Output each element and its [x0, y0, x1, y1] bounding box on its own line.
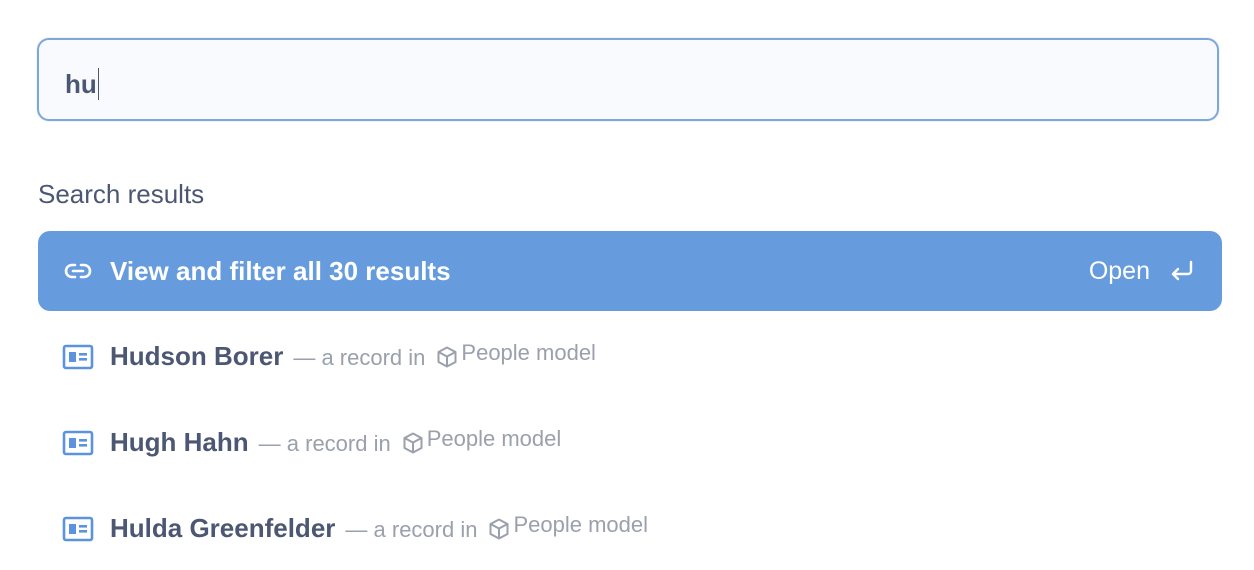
model-cube-icon	[437, 346, 457, 368]
result-content: Hudson Borer — a record in People model	[110, 340, 596, 372]
view-all-results-button[interactable]: View and filter all 30 results Open	[38, 231, 1222, 311]
record-card-icon	[62, 343, 94, 371]
result-model-label: People model	[426, 426, 562, 451]
result-model-link[interactable]: People model	[487, 512, 649, 540]
result-name: Hulda Greenfelder	[110, 513, 336, 543]
search-box[interactable]: hu	[37, 38, 1219, 121]
enter-key-icon	[1168, 259, 1194, 283]
result-content: Hulda Greenfelder — a record in People m…	[110, 512, 648, 544]
result-name: Hudson Borer	[110, 341, 284, 371]
link-icon	[64, 259, 92, 283]
search-result-item[interactable]: Hulda Greenfelder — a record in People m…	[38, 494, 1222, 564]
search-panel: hu Search results View and filter all 30…	[0, 0, 1254, 570]
result-model-link[interactable]: People model	[435, 340, 596, 368]
result-content: Hugh Hahn — a record in People model	[110, 426, 561, 458]
text-caret	[97, 68, 100, 100]
result-name: Hugh Hahn	[110, 427, 249, 457]
model-cube-icon	[403, 432, 423, 454]
result-model-link[interactable]: People model	[401, 426, 562, 454]
record-card-icon	[62, 515, 94, 543]
search-result-item[interactable]: Hudson Borer — a record in People model	[38, 322, 1222, 392]
result-meta: — a record in	[258, 431, 391, 456]
search-result-item[interactable]: Hugh Hahn — a record in People model	[38, 408, 1222, 478]
record-card-icon	[62, 429, 94, 457]
open-hint-label: Open	[1088, 257, 1150, 285]
result-model-label: People model	[513, 512, 649, 537]
model-cube-icon	[489, 518, 509, 540]
search-input-value: hu	[65, 68, 97, 99]
result-meta: — a record in	[345, 517, 478, 542]
result-model-label: People model	[461, 340, 596, 365]
view-all-label: View and filter all 30 results	[110, 256, 451, 286]
section-label: Search results	[38, 179, 205, 209]
result-meta: — a record in	[293, 345, 426, 370]
search-input[interactable]: hu	[65, 64, 100, 104]
